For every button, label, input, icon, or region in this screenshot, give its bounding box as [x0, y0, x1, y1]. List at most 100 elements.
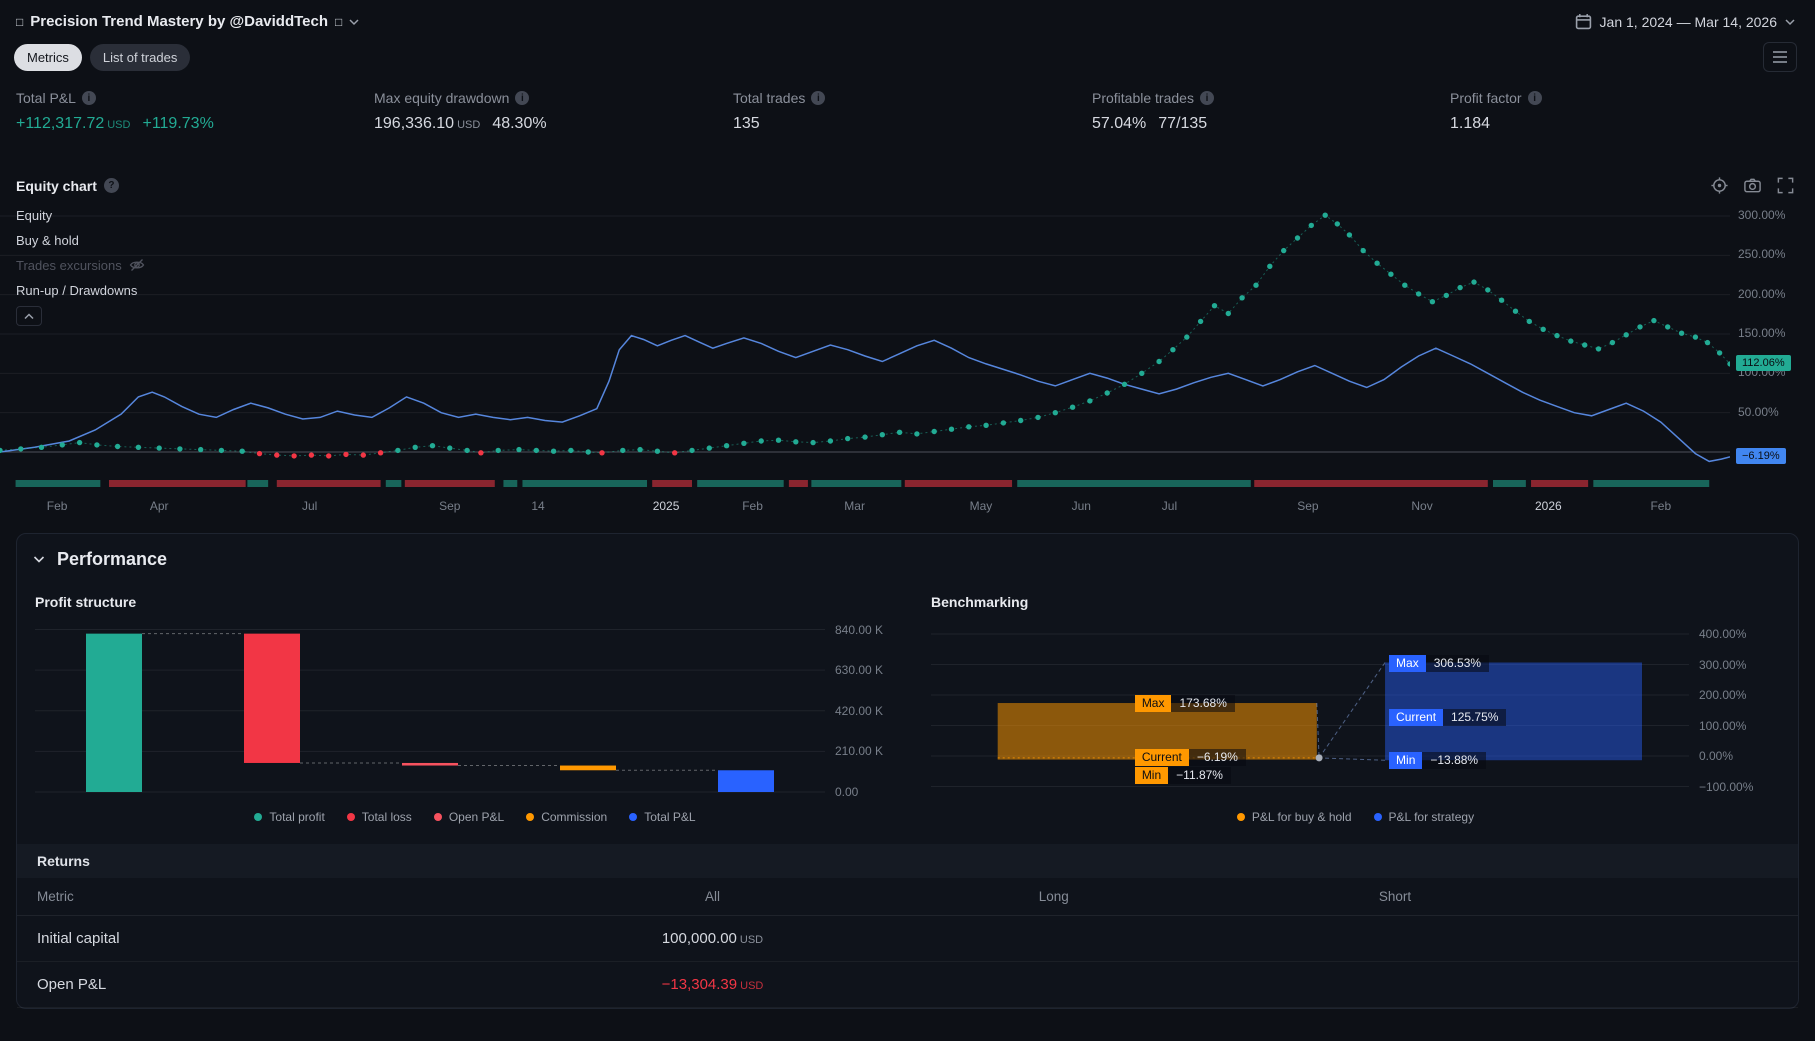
chevron-down-icon [33, 556, 45, 563]
performance-section: Performance Profit structure 840.00 K 630… [16, 533, 1799, 1009]
snapshot-button[interactable] [1743, 176, 1762, 195]
summary-stats-row: Total P&L +112,317.72USD+119.73% Max equ… [0, 90, 1815, 164]
table-row-open-pnl: Open P&L −13,304.39 USD [17, 962, 1798, 1008]
column-short: Short [1378, 889, 1412, 904]
x-axis-tick-label: Jun [1071, 499, 1091, 513]
range-label-chip: Min −11.87% [1134, 766, 1231, 784]
profit-structure-chart: Profit structure 840.00 K 630.00 K 420.00 … [35, 586, 915, 830]
stat-secondary: 77/135 [1158, 115, 1208, 132]
x-axis-tick-label: 14 [531, 499, 545, 513]
currency-suffix: USD [107, 119, 131, 131]
stat-label: Profit factor [1450, 90, 1522, 106]
stat-secondary: +119.73% [142, 115, 214, 132]
stat-value: 1.184 [1450, 115, 1491, 132]
info-icon[interactable] [515, 91, 530, 105]
stat-total-pnl: Total P&L +112,317.72USD +119.73% [16, 90, 214, 133]
title-prefix-glyph: □ [16, 14, 24, 29]
column-all: All [704, 889, 720, 904]
stat-value: 196,336.10 [374, 115, 455, 132]
current-value-badge: 112.06% [1736, 354, 1791, 371]
column-long: Long [1038, 889, 1069, 904]
legend-item-runup-drawdowns[interactable]: Run-up / Drawdowns [16, 280, 145, 300]
equity-x-axis: Feb Apr Jul Sep 14 2025 Feb Mar May Jun Jul Sep Nov 2… [0, 495, 1730, 519]
strategy-tester-panel: □ Precision Trend Mastery by @DaviddTech… [0, 0, 1815, 1009]
axis-tick-label: 100.00% [1699, 718, 1747, 733]
range-label-chip: Min −13.88% [1389, 752, 1487, 770]
x-axis-tick-label: Feb [46, 499, 68, 513]
profit-structure-legend: Total profit Total loss Open P&L Commission… [35, 810, 915, 824]
performance-header[interactable]: Performance [17, 534, 1798, 582]
x-axis-tick-label: 2025 [652, 499, 680, 513]
stat-profit-factor: Profit factor 1.184 [1450, 90, 1542, 133]
legend-item[interactable]: Total loss [346, 810, 412, 824]
axis-tick-label: 150.00% [1738, 325, 1786, 340]
row-metric: Open P&L [37, 976, 107, 993]
profit-structure-y-axis: 840.00 K 630.00 K 420.00 K 210.00 K 0.00 [825, 623, 913, 800]
benchmarking-legend: P&L for buy & hold P&L for strategy [931, 810, 1780, 824]
axis-tick-label: 250.00% [1738, 247, 1786, 262]
equity-y-axis: 300.00% 250.00% 200.00% 150.00% 100.00% 50.00… [1736, 203, 1814, 491]
x-axis-tick-label: Jul [301, 499, 318, 513]
info-icon[interactable] [1199, 91, 1214, 105]
stat-secondary: 48.30% [492, 115, 547, 132]
benchmarking-title: Benchmarking [931, 594, 1029, 610]
camera-icon [1744, 178, 1761, 193]
axis-tick-label: 420.00 K [835, 703, 884, 718]
date-range-picker[interactable]: Jan 1, 2024 — Mar 14, 2026 [1575, 13, 1795, 30]
stat-label: Total P&L [16, 90, 76, 106]
range-label-chip: Max 173.68% [1134, 695, 1235, 713]
legend-item[interactable]: P&L for buy & hold [1236, 810, 1352, 824]
axis-tick-label: −100.00% [1699, 779, 1754, 794]
tab-list-of-trades[interactable]: List of trades [89, 43, 191, 71]
chart-settings-button[interactable] [1710, 176, 1729, 195]
profit-structure-canvas [35, 629, 825, 793]
x-axis-tick-label: Jul [1161, 499, 1178, 513]
collapse-legend-button[interactable] [16, 306, 42, 326]
row-value: −13,304.39 [661, 976, 738, 993]
benchmarking-y-axis: 400.00% 300.00% 200.00% 100.00% 0.00% −100.00… [1689, 626, 1777, 796]
panel-menu-button[interactable] [1763, 42, 1797, 72]
strategy-title-dropdown[interactable]: □ Precision Trend Mastery by @DaviddTech… [16, 13, 359, 30]
returns-section-header: Returns [17, 844, 1798, 878]
legend-label: Run-up / Drawdowns [16, 282, 138, 298]
equity-chart-canvas [0, 212, 1730, 487]
legend-item[interactable]: P&L for strategy [1373, 810, 1474, 824]
legend-item[interactable]: Open P&L [433, 810, 504, 824]
axis-tick-label: 200.00% [1699, 688, 1747, 702]
info-icon[interactable] [811, 91, 826, 105]
help-icon[interactable] [103, 178, 119, 193]
benchmarking-labels-overlay: Max 173.68% Current −6.19% Min −11.87% Max 306.… [931, 626, 1689, 796]
x-axis-tick-label: Sep [439, 499, 461, 513]
row-value: 100,000.00 [661, 930, 737, 947]
performance-title: Performance [57, 549, 168, 569]
info-icon[interactable] [1527, 91, 1542, 105]
stat-max-drawdown: Max equity drawdown 196,336.10USD 48.30% [374, 90, 547, 133]
legend-item-trades-excursions[interactable]: Trades excursions [16, 255, 145, 275]
legend-item-buy-hold[interactable]: Buy & hold [16, 230, 145, 250]
legend-label: Trades excursions [16, 257, 122, 273]
legend-item[interactable]: Commission [526, 810, 607, 824]
returns-title: Returns [37, 853, 90, 869]
x-axis-tick-label: May [969, 499, 993, 513]
legend-item[interactable]: Total profit [254, 810, 325, 824]
axis-tick-label: 200.00% [1738, 286, 1786, 301]
chevron-up-icon [24, 312, 34, 319]
stat-value: 57.04% [1092, 115, 1147, 132]
axis-tick-label: 50.00% [1738, 404, 1779, 419]
currency-suffix: USD [457, 119, 481, 131]
fullscreen-button[interactable] [1776, 176, 1795, 195]
range-label-chip: Max 306.53% [1389, 654, 1490, 672]
legend-item-equity[interactable]: Equity [16, 205, 145, 225]
chevron-down-icon [1785, 18, 1795, 25]
tabs-bar: Metrics List of trades [0, 30, 1815, 82]
row-metric: Initial capital [37, 930, 120, 947]
info-icon[interactable] [81, 91, 96, 105]
stat-label: Max equity drawdown [374, 90, 510, 106]
tab-metrics[interactable]: Metrics [14, 43, 82, 71]
stat-value: 135 [733, 115, 760, 132]
x-axis-tick-label: Feb [742, 499, 763, 513]
equity-chart: Equity Buy & hold Trades excursions Run-… [0, 203, 1815, 519]
topbar: □ Precision Trend Mastery by @DaviddTech… [0, 0, 1815, 30]
legend-item[interactable]: Total P&L [629, 810, 696, 824]
stat-profitable-trades: Profitable trades 57.04% 77/135 [1092, 90, 1214, 133]
